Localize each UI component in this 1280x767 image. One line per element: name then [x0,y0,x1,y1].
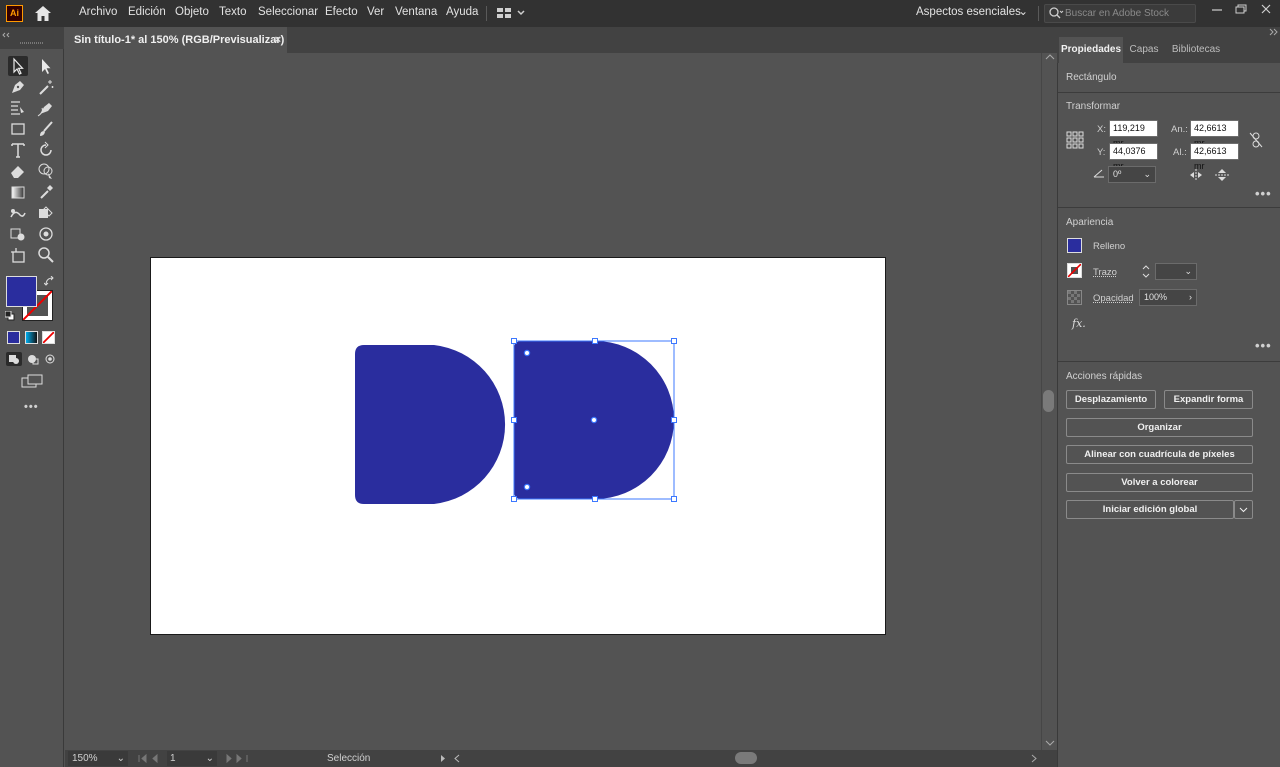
appearance-title: Apariencia [1066,217,1114,228]
opacity-icon [1067,290,1082,305]
appearance-more-icon[interactable]: ••• [1255,338,1272,353]
fill-label: Relleno [1093,241,1126,252]
constrain-proportions-icon[interactable] [1248,131,1264,149]
stroke-weight-field[interactable]: ⌄ [1155,263,1197,280]
x-field[interactable]: 119,219 mr [1109,120,1158,148]
height-field[interactable]: 42,6613 mr [1190,143,1239,171]
global-edit-options-icon[interactable] [1234,500,1253,519]
panel-dock-header[interactable] [1057,27,1280,37]
divider [1058,361,1280,362]
stock-search[interactable] [1044,4,1196,23]
horizontal-scroll-thumb[interactable] [735,752,757,764]
opacity-value: 100% [1144,292,1168,302]
y-label: Y: [1097,147,1106,158]
status-menu-arrows[interactable] [438,751,462,766]
artwork-layer [355,338,677,504]
height-label: Al.: [1173,147,1187,158]
quick-actions-title: Acciones rápidas [1066,371,1143,382]
flip-vertical-icon[interactable] [1215,168,1229,182]
rotate-angle-icon [1092,167,1106,179]
y-field[interactable]: 44,0376 mr [1109,143,1158,171]
stroke-color-swatch[interactable] [1067,263,1082,278]
artboard-nav-next[interactable] [222,751,252,766]
fx-icon[interactable]: fx. [1072,317,1086,330]
zoom-value: 150% [72,753,98,764]
current-tool-status: Selección [327,753,371,764]
opacity-label[interactable]: Opacidad [1093,293,1134,304]
tab-capas[interactable]: Capas [1123,37,1165,63]
close-icon[interactable] [1254,0,1278,20]
recolor-button[interactable]: Volver a colorear [1066,473,1253,492]
artboard-nav-prev[interactable] [135,751,165,766]
chevron-down-icon: ⌄ [1143,169,1151,179]
arrange-button[interactable]: Organizar [1066,418,1253,437]
chevron-down-icon: ⌄ [205,753,214,764]
start-global-edit-button[interactable]: Iniciar edición global [1066,500,1234,519]
object-type-label: Rectángulo [1066,72,1117,83]
stroke-weight-stepper[interactable] [1140,264,1152,279]
minimize-icon[interactable] [1205,0,1229,20]
tab-bibliotecas[interactable]: Bibliotecas [1165,37,1227,63]
align-pixel-grid-button[interactable]: Alinear con cuadrícula de píxeles [1066,445,1253,464]
opacity-field[interactable]: 100% › [1139,289,1197,306]
search-input[interactable] [1065,6,1193,21]
divider [1058,207,1280,208]
vertical-scroll-thumb[interactable] [1043,390,1054,412]
reference-point-icon[interactable] [1066,131,1084,149]
offset-path-button[interactable]: Desplazamiento [1066,390,1156,409]
rotate-value: 0º [1113,169,1122,179]
restore-icon[interactable] [1229,0,1253,20]
tab-propiedades[interactable]: Propiedades [1059,37,1123,63]
transform-title: Transformar [1066,101,1121,112]
flip-horizontal-icon[interactable] [1189,169,1203,181]
width-label: An.: [1171,124,1188,135]
chevron-right-icon: › [1189,292,1192,302]
d-shape-left[interactable] [355,345,506,504]
expand-shape-button[interactable]: Expandir forma [1164,390,1253,409]
stroke-label[interactable]: Trazo [1093,267,1117,278]
chevron-down-icon: ⌄ [1184,266,1192,276]
width-field[interactable]: 42,6613 mr [1190,120,1239,148]
artboard-number: 1 [170,753,176,764]
divider [1058,92,1280,93]
chevron-down-icon: ⌄ [116,753,125,764]
fill-color-swatch[interactable] [1067,238,1082,253]
transform-more-icon[interactable]: ••• [1255,186,1272,201]
rotate-field[interactable]: 0º ⌄ [1108,166,1156,183]
artboard-number-select[interactable]: 1 ⌄ [167,751,217,766]
zoom-select[interactable]: 150% ⌄ [68,751,128,766]
x-label: X: [1097,124,1106,135]
search-icon [1048,6,1064,24]
scroll-right-arrow[interactable] [1028,751,1040,766]
